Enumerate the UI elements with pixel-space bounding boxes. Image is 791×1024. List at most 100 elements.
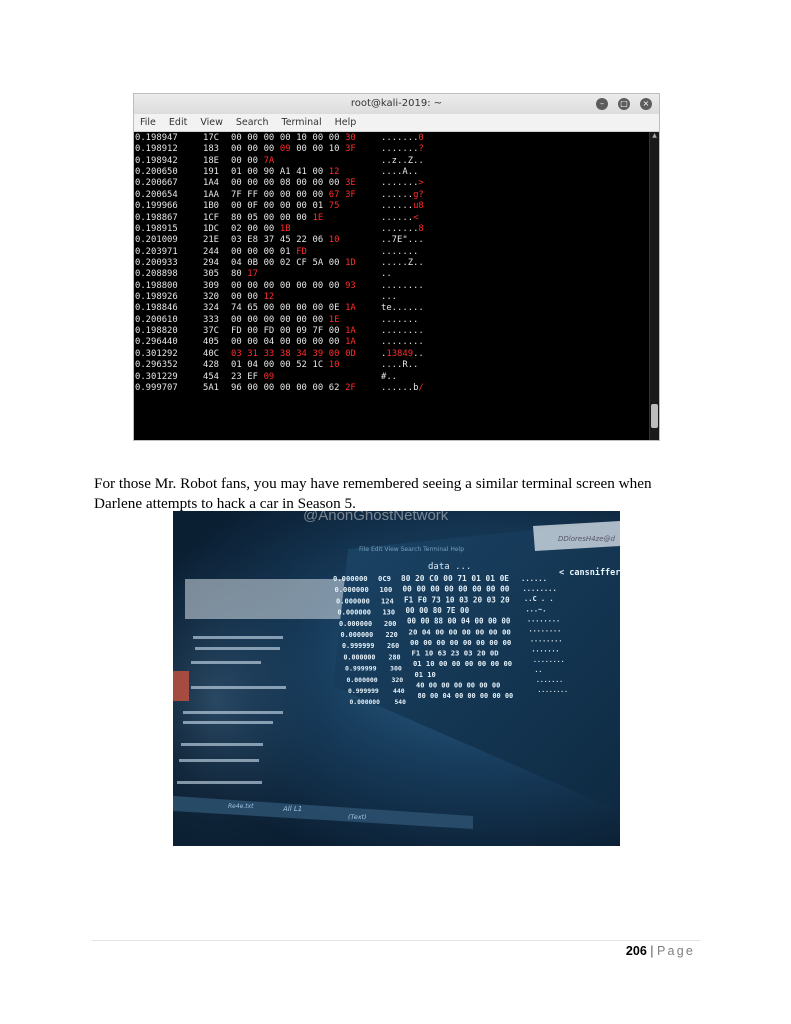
row-byte: 00 bbox=[312, 189, 324, 200]
screen-row-id: 320 bbox=[392, 676, 404, 684]
row-byte bbox=[312, 156, 328, 167]
blurred-window-header bbox=[185, 579, 355, 619]
row-byte: 00 bbox=[231, 246, 242, 257]
terminal-output: 0.198947 17C 00 00 00 00 10 00 00 30 .......0 0.198… bbox=[134, 132, 650, 440]
row-byte: 00 bbox=[231, 280, 242, 291]
screen-menu-text: File Edit View Search Terminal Help bbox=[359, 546, 464, 553]
screen-row-ascii: ........ bbox=[529, 626, 562, 634]
footer-divider bbox=[92, 940, 700, 941]
row-byte: E8 bbox=[247, 235, 258, 246]
row-timestamp: 0.200650 bbox=[135, 167, 178, 178]
row-byte: 0E bbox=[328, 303, 340, 314]
row-timestamp: 0.198846 bbox=[135, 303, 178, 314]
row-byte: 00 bbox=[328, 280, 340, 291]
terminal-row: 0.200667 1A4 00 00 00 08 00 00 00 3E .......> bbox=[134, 178, 650, 189]
screen-row-ts: 0.000000 bbox=[344, 653, 376, 661]
menu-file: File bbox=[140, 117, 156, 128]
row-can-id: 5A1 bbox=[203, 382, 220, 393]
terminal-row: 0.301229 454 23 EF 09 #.. bbox=[134, 372, 650, 383]
screen-row-id: 124 bbox=[381, 596, 394, 605]
row-can-id: 405 bbox=[203, 337, 220, 348]
scroll-up-arrow-icon: ▲ bbox=[652, 132, 657, 139]
row-bytes: 03 31 33 38 34 39 00 0D bbox=[231, 349, 381, 360]
row-bytes: 01 04 00 00 52 1C 10 bbox=[231, 360, 381, 371]
row-can-id: 428 bbox=[203, 360, 220, 371]
row-can-id: 1A4 bbox=[203, 178, 220, 189]
menu-edit: Edit bbox=[168, 117, 188, 128]
row-byte bbox=[264, 269, 280, 280]
row-timestamp: 0.200667 bbox=[135, 178, 178, 189]
screen-row-bytes: F1 F0 73 10 03 20 03 20 bbox=[404, 595, 510, 604]
row-byte: 00 bbox=[231, 337, 242, 348]
row-timestamp: 0.200654 bbox=[135, 189, 178, 200]
row-ascii: ....R.. bbox=[381, 360, 419, 371]
row-byte: 1E bbox=[328, 314, 340, 325]
row-bytes: 03 E8 37 45 22 06 10 bbox=[231, 235, 381, 246]
row-bytes: 96 00 00 00 00 00 62 2F bbox=[231, 383, 381, 394]
row-byte bbox=[296, 292, 312, 303]
row-byte: EF bbox=[247, 371, 258, 382]
row-can-id: 333 bbox=[203, 314, 220, 325]
screen-row-id: 280 bbox=[389, 653, 401, 661]
terminal-row: 0.198846 324 74 65 00 00 00 00 0E 1A te...... bbox=[134, 303, 650, 314]
screen-row-bytes: 00 00 80 7E 00 bbox=[406, 606, 470, 615]
row-byte: 00 bbox=[247, 178, 258, 189]
row-byte bbox=[280, 156, 296, 167]
row-byte: 00 bbox=[279, 326, 291, 337]
row-bytes: 80 17 bbox=[231, 269, 381, 280]
body-paragraph: For those Mr. Robot fans, you may have r… bbox=[94, 475, 652, 513]
row-byte: 41 bbox=[296, 167, 307, 178]
screen-row-id: 0C9 bbox=[378, 574, 391, 583]
screen-row-ts: 0.999999 bbox=[348, 687, 379, 695]
row-ascii: ......g? bbox=[381, 189, 424, 200]
row-timestamp: 0.198867 bbox=[135, 212, 178, 223]
screen-row-ascii: ........ bbox=[523, 584, 557, 593]
row-byte: 22 bbox=[296, 235, 307, 246]
row-byte: 00 bbox=[279, 382, 291, 393]
row-byte: 7F bbox=[231, 189, 242, 200]
row-bytes: 00 00 00 09 00 00 10 3F bbox=[231, 144, 381, 155]
page-number: 206 bbox=[625, 944, 647, 958]
row-byte: 00 bbox=[247, 326, 258, 337]
row-byte: 00 bbox=[296, 212, 307, 223]
screen-row-id: 300 bbox=[390, 665, 402, 673]
row-byte bbox=[345, 247, 361, 258]
row-byte: FD bbox=[231, 326, 242, 337]
row-byte bbox=[329, 292, 345, 303]
row-timestamp: 0.301292 bbox=[135, 348, 178, 359]
row-byte bbox=[280, 372, 296, 383]
row-can-id: 309 bbox=[203, 280, 220, 291]
row-byte: 52 bbox=[296, 360, 307, 371]
red-blur-accent bbox=[173, 671, 189, 701]
screen-row-id: 200 bbox=[384, 620, 396, 628]
terminal-menubar: File Edit View Search Terminal Help bbox=[134, 114, 659, 132]
terminal-row: 0.198800 309 00 00 00 00 00 00 00 93........ bbox=[134, 281, 650, 292]
row-bytes: 00 00 7A bbox=[231, 156, 381, 167]
row-timestamp: 0.200933 bbox=[135, 257, 178, 268]
screen-row-ts: 0.999999 bbox=[345, 665, 377, 673]
row-byte bbox=[329, 224, 345, 235]
row-ascii: ... bbox=[381, 292, 398, 303]
maximize-icon: □ bbox=[618, 98, 630, 110]
row-byte bbox=[312, 269, 328, 280]
row-byte bbox=[345, 372, 361, 383]
row-byte: 00 bbox=[247, 280, 258, 291]
row-timestamp: 0.296352 bbox=[135, 360, 178, 371]
row-byte: 75 bbox=[328, 201, 340, 212]
screen-row-ts: 0.000000 bbox=[341, 631, 374, 639]
screen-row-ascii: ....... bbox=[536, 676, 563, 684]
row-byte: FD bbox=[263, 326, 275, 337]
row-byte: 04 bbox=[231, 257, 242, 268]
row-byte: 00 bbox=[231, 201, 242, 212]
row-byte: 00 bbox=[263, 201, 275, 212]
row-byte bbox=[345, 315, 361, 326]
row-byte: 0D bbox=[345, 348, 356, 359]
row-byte bbox=[280, 269, 296, 280]
row-byte: 00 bbox=[279, 201, 291, 212]
screen-row-ts: 0.999999 bbox=[342, 642, 374, 650]
terminal-row: 0.198915 1DC 02 00 00 1B .......8 bbox=[134, 224, 650, 235]
close-icon: × bbox=[640, 98, 652, 110]
row-byte: 3E bbox=[345, 178, 356, 189]
row-byte: 80 bbox=[231, 212, 242, 223]
row-byte: 3F bbox=[345, 189, 356, 200]
